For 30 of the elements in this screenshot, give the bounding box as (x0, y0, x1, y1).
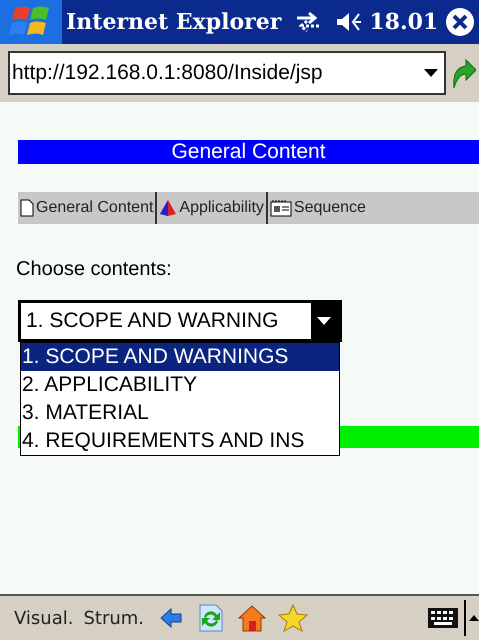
tab[interactable]: Applicability (155, 192, 266, 224)
back-arrow-icon[interactable] (160, 607, 182, 629)
clock-time[interactable]: 18.01 (369, 6, 438, 38)
menu-item[interactable]: Visual. (14, 604, 74, 632)
close-icon[interactable] (445, 7, 475, 37)
prompt-label: Choose contents: (16, 257, 172, 282)
dropdown-option[interactable]: 3. MATERIAL (21, 399, 339, 427)
address-text: http://192.168.0.1:8080/Inside/jsp (12, 60, 323, 86)
dropdown-option[interactable]: 2. APPLICABILITY (21, 371, 339, 399)
dropdown-option[interactable]: 1. SCOPE AND WARNINGS (21, 343, 339, 371)
card-file-icon (270, 199, 292, 217)
star-icon[interactable] (278, 604, 308, 632)
page-icon (20, 199, 34, 217)
go-arrow-icon[interactable] (450, 56, 476, 90)
menu-item[interactable]: Strum. (83, 604, 144, 632)
contents-select[interactable]: 1. SCOPE AND WARNING (18, 300, 342, 342)
home-icon[interactable] (238, 604, 266, 632)
section-heading: General Content (18, 140, 479, 164)
keyboard-icon[interactable] (428, 608, 458, 628)
cone-icon (159, 199, 178, 217)
tab[interactable]: Sequence (266, 192, 368, 224)
select-value: 1. SCOPE AND WARNING (21, 303, 311, 339)
window-title: Internet Explorer (66, 8, 282, 36)
address-field[interactable]: http://192.168.0.1:8080/Inside/jsp (8, 51, 446, 95)
dropdown-arrow-icon[interactable] (317, 316, 331, 326)
connectivity-icon[interactable] (295, 10, 322, 34)
speaker-icon[interactable] (335, 10, 364, 34)
up-arrow-icon[interactable] (469, 614, 479, 622)
dropdown-arrow-icon[interactable] (424, 68, 438, 78)
tab[interactable]: General Content (18, 192, 156, 224)
